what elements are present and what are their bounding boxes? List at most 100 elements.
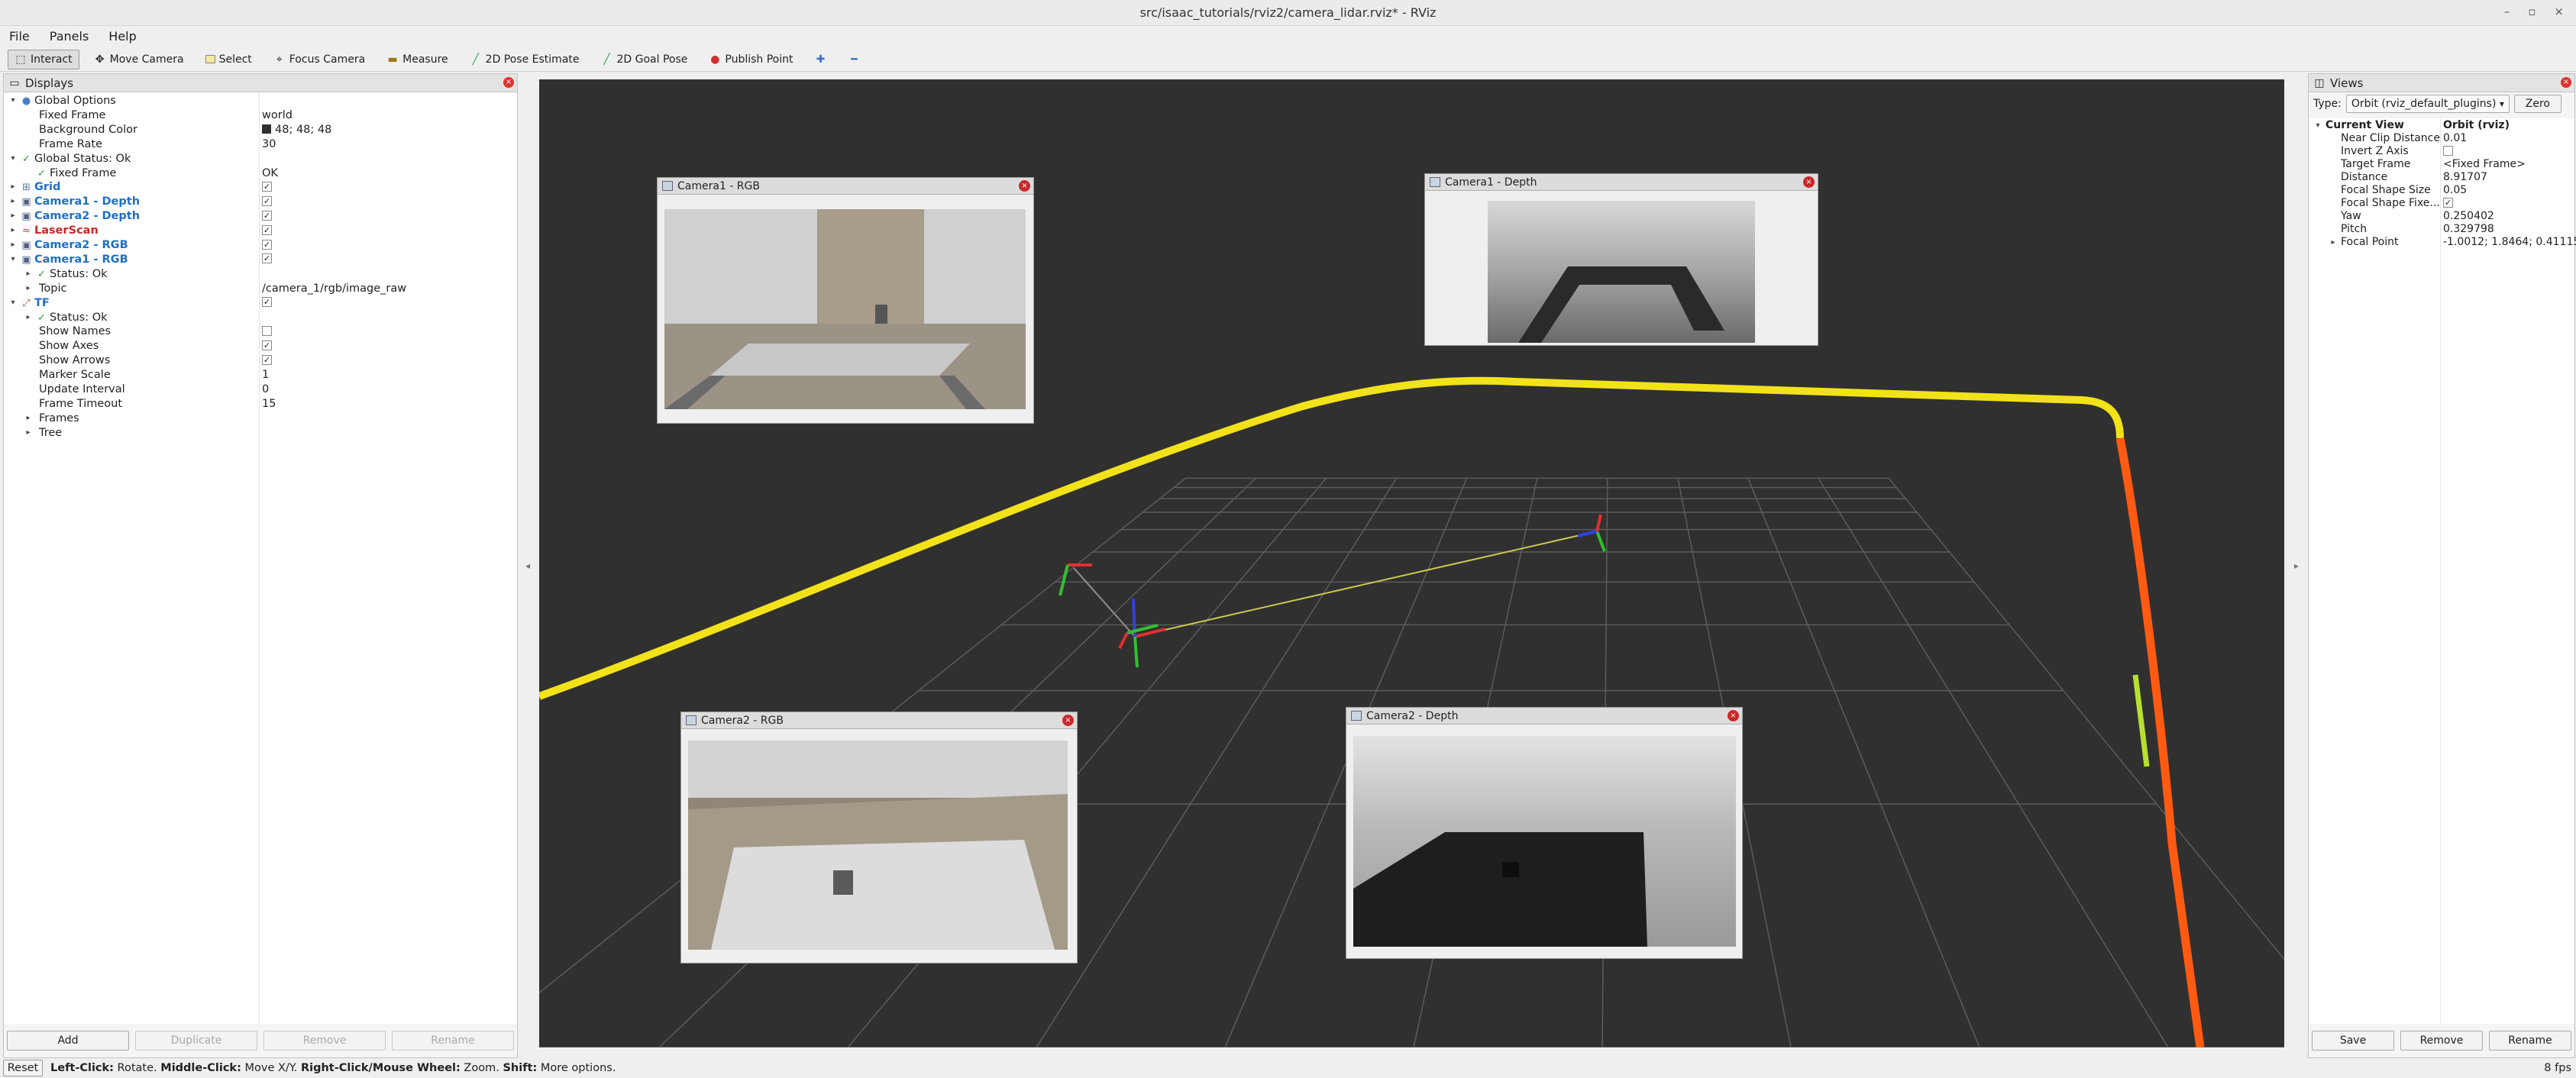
minimize-button[interactable]: –	[2504, 5, 2510, 18]
expand-right-icon[interactable]: ▸	[8, 180, 18, 195]
close-icon[interactable]: ×	[1019, 180, 1030, 192]
measure-tool[interactable]: ▬ Measure	[380, 50, 455, 69]
right-collapse-handle[interactable]: ▸	[2287, 73, 2306, 1058]
display-row[interactable]: ▸ Frames	[4, 412, 517, 426]
display-row[interactable]: ▸ Topic/camera_1/rgb/image_raw	[4, 282, 517, 296]
display-row[interactable]: ▾ ● Global Options	[4, 94, 517, 108]
view-property-row[interactable]: Yaw 0.250402	[2309, 210, 2574, 223]
view-property-row[interactable]: Target Frame <Fixed Frame>	[2309, 158, 2574, 171]
close-window-button[interactable]: ×	[2554, 5, 2564, 18]
display-value[interactable]	[262, 324, 272, 339]
expand-right-icon[interactable]: ▸	[24, 412, 33, 426]
expand-right-icon[interactable]: ▸	[8, 238, 18, 253]
view-property-row[interactable]: ▾ Current View Orbit (rviz)	[2309, 119, 2574, 132]
display-row[interactable]: Show Names	[4, 324, 517, 339]
enable-checkbox[interactable]: ✓	[262, 297, 272, 308]
expand-down-icon[interactable]: ▾	[8, 296, 18, 311]
view-property-value[interactable]: 0.05	[2443, 184, 2467, 197]
view-property-value[interactable]: 0.250402	[2443, 210, 2494, 223]
display-row[interactable]: Frame Rate 30	[4, 137, 517, 152]
display-row[interactable]: Update Interval 0	[4, 382, 517, 397]
menu-help[interactable]: Help	[108, 29, 136, 44]
reset-button[interactable]: Reset	[3, 1060, 43, 1076]
view-type-select[interactable]: Orbit (rviz_default_plugins)	[2345, 95, 2510, 113]
display-row[interactable]: Fixed Frame world	[4, 108, 517, 123]
remove-view-button[interactable]: Remove	[2400, 1031, 2483, 1051]
save-view-button[interactable]: Save	[2312, 1031, 2394, 1051]
expand-down-icon[interactable]: ▾	[8, 94, 18, 108]
view-property-value[interactable]: 8.91707	[2443, 171, 2487, 184]
move-camera-tool[interactable]: ✥ Move Camera	[87, 50, 191, 69]
expand-right-icon[interactable]: ▸	[24, 426, 33, 441]
enable-checkbox[interactable]: ✓	[262, 354, 272, 365]
view-property-row[interactable]: Pitch 0.329798	[2309, 223, 2574, 236]
rename-view-button[interactable]: Rename	[2489, 1031, 2571, 1051]
goal-pose-tool[interactable]: ╱ 2D Goal Pose	[594, 50, 695, 69]
expand-down-icon[interactable]: ▾	[2313, 119, 2322, 132]
display-value[interactable]: ✓	[262, 238, 272, 253]
property-checkbox[interactable]: ✓	[2443, 197, 2453, 208]
duplicate-button[interactable]: Duplicate	[135, 1031, 257, 1051]
expand-right-icon[interactable]: ▸	[8, 224, 18, 238]
enable-checkbox[interactable]: ✓	[262, 181, 272, 192]
display-value[interactable]: /camera_1/rgb/image_raw	[262, 282, 406, 296]
view-property-row[interactable]: Distance 8.91707	[2309, 171, 2574, 184]
display-value[interactable]: ✓	[262, 180, 272, 195]
display-value[interactable]: 48; 48; 48	[262, 123, 331, 137]
camera2-rgb-panel[interactable]: Camera2 - RGB ×	[680, 712, 1078, 963]
display-value[interactable]: ✓	[262, 339, 272, 353]
display-value[interactable]: ✓	[262, 195, 272, 209]
display-row[interactable]: Background Color 48; 48; 48	[4, 123, 517, 137]
display-value[interactable]: 0	[262, 382, 269, 397]
display-value[interactable]: world	[262, 108, 293, 123]
view-property-value[interactable]: 0.01	[2443, 132, 2467, 145]
view-property-value[interactable]: 0.329798	[2443, 223, 2494, 236]
enable-checkbox[interactable]: ✓	[262, 195, 272, 206]
display-row[interactable]: ▸ ✓ Status: Ok	[4, 311, 517, 325]
display-value[interactable]: 30	[262, 137, 276, 152]
display-row[interactable]: Frame Timeout 15	[4, 397, 517, 412]
display-row[interactable]: ▸ ≈ LaserScan ✓	[4, 224, 517, 238]
view-property-row[interactable]: ▸ Focal Point -1.0012; 1.8464; 0.41115	[2309, 236, 2576, 249]
view-property-value[interactable]: Orbit (rviz)	[2443, 119, 2510, 132]
display-value[interactable]: ✓	[262, 353, 272, 368]
display-value[interactable]: ✓	[262, 209, 272, 224]
enable-checkbox[interactable]: ✓	[262, 239, 272, 250]
view-property-row[interactable]: Focal Shape Fixe... ✓	[2309, 197, 2574, 210]
render-viewport[interactable]: Camera1 - RGB × Camera1 - Depth × Camera…	[539, 79, 2284, 1047]
display-row[interactable]: ✓ Fixed Frame OK	[4, 166, 517, 181]
enable-checkbox[interactable]: ✓	[262, 224, 272, 235]
view-property-row[interactable]: Near Clip Distance 0.01	[2309, 132, 2574, 145]
view-property-row[interactable]: Invert Z Axis	[2309, 145, 2574, 158]
display-row[interactable]: ▸ ▣ Camera2 - RGB ✓	[4, 238, 517, 253]
left-collapse-handle[interactable]: ◂	[518, 73, 538, 1058]
close-panel-icon[interactable]: ×	[503, 77, 514, 88]
display-value[interactable]: 1	[262, 368, 269, 382]
view-property-value[interactable]: <Fixed Frame>	[2443, 158, 2526, 171]
remove-button[interactable]: Remove	[263, 1031, 386, 1051]
display-row[interactable]: ▾ ✓ Global Status: Ok	[4, 152, 517, 166]
close-icon[interactable]: ×	[1062, 715, 1074, 726]
maximize-button[interactable]: ▫	[2528, 5, 2536, 18]
property-checkbox[interactable]	[2443, 145, 2453, 156]
expand-right-icon[interactable]: ▸	[24, 267, 33, 282]
display-row[interactable]: ▸ ▣ Camera1 - Depth ✓	[4, 195, 517, 209]
interact-tool[interactable]: ⬚ Interact	[8, 49, 79, 69]
close-icon[interactable]: ×	[1803, 176, 1815, 188]
close-panel-icon[interactable]: ×	[2561, 77, 2571, 88]
camera1-rgb-panel[interactable]: Camera1 - RGB ×	[657, 177, 1034, 424]
focus-camera-tool[interactable]: ⌖ Focus Camera	[267, 50, 372, 69]
view-property-value[interactable]: ✓	[2443, 197, 2453, 210]
select-tool[interactable]: Select	[199, 50, 259, 69]
display-row[interactable]: ▾ ▣ Camera1 - RGB ✓	[4, 253, 517, 267]
enable-checkbox[interactable]: ✓	[262, 340, 272, 350]
display-value[interactable]: ✓	[262, 253, 272, 267]
view-property-value[interactable]: -1.0012; 1.8464; 0.41115	[2443, 236, 2576, 249]
display-value[interactable]: ✓	[262, 296, 272, 311]
view-property-row[interactable]: Focal Shape Size 0.05	[2309, 184, 2574, 197]
camera1-depth-panel[interactable]: Camera1 - Depth ×	[1424, 173, 1818, 346]
expand-down-icon[interactable]: ▾	[8, 152, 18, 166]
display-value[interactable]: OK	[262, 166, 278, 181]
menu-panels[interactable]: Panels	[50, 29, 89, 44]
pose-estimate-tool[interactable]: ╱ 2D Pose Estimate	[463, 50, 587, 69]
